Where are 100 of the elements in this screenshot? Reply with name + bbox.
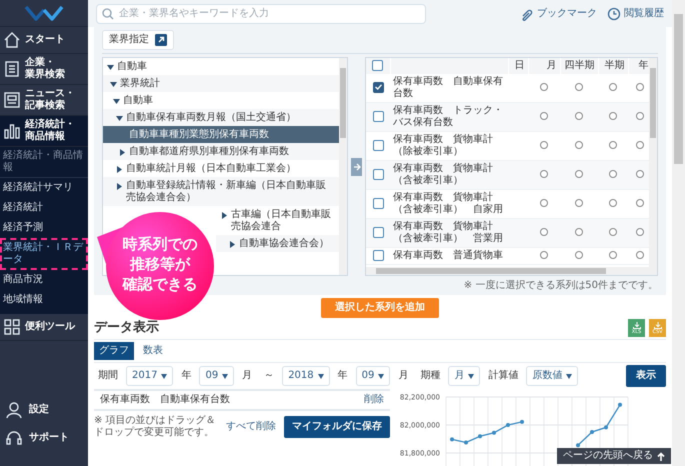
checkbox[interactable] <box>372 60 384 71</box>
grid-icon <box>3 318 21 336</box>
nav-link[interactable]: 地域情報 <box>0 290 88 310</box>
clock-icon <box>607 6 621 20</box>
tree-item[interactable]: 古車編（日本自動車販売協会連合 <box>208 206 339 235</box>
scrollbar[interactable] <box>366 267 657 275</box>
radio-button[interactable] <box>609 112 617 120</box>
save-button[interactable]: マイフォルダに保存 <box>284 416 390 438</box>
nav-link[interactable]: 商品市況 <box>0 270 88 290</box>
radio-button[interactable] <box>636 199 644 208</box>
tree-item[interactable]: 自動車 <box>103 92 339 109</box>
series-label: 保有車両数 自動車保有台数 <box>100 394 230 406</box>
download-icon <box>632 322 640 328</box>
radio-button[interactable] <box>575 228 583 236</box>
checkbox[interactable] <box>372 198 384 209</box>
caret-icon <box>222 374 228 378</box>
data-point <box>450 437 454 442</box>
logo <box>24 4 64 22</box>
move-button[interactable] <box>351 158 362 176</box>
radio-button[interactable] <box>540 170 548 178</box>
radio-button[interactable] <box>609 251 617 260</box>
caret-icon <box>468 374 474 378</box>
field-label: 期種 <box>420 370 440 382</box>
radio-button[interactable] <box>540 228 548 236</box>
search-field[interactable]: 企業・業界名やキーワードを入力 <box>96 4 426 24</box>
radio-button[interactable] <box>540 251 548 260</box>
checkbox[interactable] <box>372 226 384 238</box>
checkbox[interactable] <box>372 168 384 180</box>
radio-button[interactable] <box>636 251 644 260</box>
radio-button[interactable] <box>575 112 583 120</box>
nav-link[interactable]: 経済統計サマリ <box>0 178 88 198</box>
radio-button[interactable] <box>575 141 583 150</box>
caret-icon <box>378 374 384 378</box>
scrollbar[interactable] <box>649 58 657 267</box>
home-icon <box>3 31 21 49</box>
column-header: 月 <box>528 58 560 74</box>
checkbox[interactable] <box>372 82 384 93</box>
scrollbar[interactable] <box>672 0 685 466</box>
diagonal-arrow-icon <box>155 34 167 46</box>
radio-button[interactable] <box>575 199 583 208</box>
note-text: ※ 一度に選択できる系列は50件までです。 <box>464 280 658 292</box>
tree-item[interactable]: 自動車保有車両数月報（国土交通省） <box>103 109 339 126</box>
radio-button[interactable] <box>575 170 583 178</box>
dropdown[interactable]: 09 <box>199 366 234 386</box>
header-link[interactable]: ブックマーク <box>520 6 597 20</box>
checkbox[interactable] <box>372 110 384 122</box>
clear-all-link[interactable]: すべて削除 <box>226 421 276 433</box>
nav-link[interactable]: 経済統計 <box>0 198 88 218</box>
delete-link[interactable]: 削除 <box>364 394 384 406</box>
radio-button[interactable] <box>609 141 617 150</box>
dropdown[interactable]: 2017 <box>126 366 174 386</box>
scrollbar[interactable] <box>339 58 347 275</box>
radio-button[interactable] <box>609 83 617 92</box>
dropdown[interactable]: 2018 <box>282 366 330 386</box>
radio-button[interactable] <box>609 199 617 208</box>
tree-item[interactable]: 自動車統計月報（日本自動車工業会） <box>103 160 339 177</box>
radio-button[interactable] <box>575 251 583 260</box>
dropdown[interactable]: 原数値 <box>526 366 578 386</box>
radio-button[interactable] <box>540 112 548 120</box>
show-button[interactable]: 表示 <box>626 365 666 387</box>
table-cell: 保有車両数 普通貨物車 <box>390 248 508 265</box>
nav-link[interactable]: 業界統計・ＩＲデータ <box>0 238 88 270</box>
radio-button[interactable] <box>540 141 548 150</box>
back-to-top-button[interactable]: ページの先頭へ戻る <box>557 448 671 464</box>
tab[interactable]: グラフ <box>94 342 134 360</box>
radio-button[interactable] <box>636 141 644 150</box>
tree-item[interactable]: 自動車車種別業態別保有車両数 <box>103 126 339 143</box>
radio-button[interactable] <box>609 170 617 178</box>
tree-item[interactable]: 業界統計 <box>103 75 339 92</box>
tab[interactable]: 数表 <box>138 342 168 360</box>
table-cell: 保有車両数 トラック・バス保有台数 <box>390 102 508 132</box>
tree-item[interactable]: 自動車都道府県別車種別保有車両数 <box>103 143 339 160</box>
nav-item[interactable]: 経済統計・ 商品情報 <box>0 116 88 147</box>
table-cell: 保有車両数 貨物車計（含被牽引車） <box>390 160 508 190</box>
section-heading: 経済統計・商品情報 <box>0 147 88 178</box>
field-label: ～ <box>264 370 274 382</box>
radio-button[interactable] <box>636 112 644 120</box>
radio-button[interactable] <box>609 228 617 236</box>
radio-button[interactable] <box>636 83 644 92</box>
header-link[interactable]: 閲覧履歴 <box>607 6 664 20</box>
industry-filter-button[interactable]: 業界指定 <box>102 30 174 50</box>
radio-button[interactable] <box>636 170 644 178</box>
nav-item[interactable]: 設定 <box>0 396 88 424</box>
tree-item[interactable]: 自動車 <box>103 58 339 75</box>
checkbox[interactable] <box>372 250 384 261</box>
callout-text: 時系列での 推移等が 確認できる <box>121 234 198 294</box>
tree-item[interactable]: 自動車登録統計情報・新車編（日本自動車販売協会連合会） <box>103 177 339 206</box>
radio-button[interactable] <box>540 199 548 208</box>
nav-link[interactable]: 経済予測 <box>0 218 88 238</box>
radio-button[interactable] <box>575 83 583 92</box>
nav-item[interactable]: サポート <box>0 424 88 452</box>
dropdown[interactable]: 09 <box>356 366 390 386</box>
data-point <box>604 425 608 430</box>
tree-item[interactable]: 自動車協会連合会） <box>216 235 339 252</box>
checkbox[interactable] <box>372 140 384 151</box>
radio-button[interactable] <box>540 83 548 92</box>
data-point <box>590 430 594 434</box>
person-icon <box>5 401 23 419</box>
radio-button[interactable] <box>636 228 644 236</box>
dropdown[interactable]: 月 <box>448 366 480 386</box>
